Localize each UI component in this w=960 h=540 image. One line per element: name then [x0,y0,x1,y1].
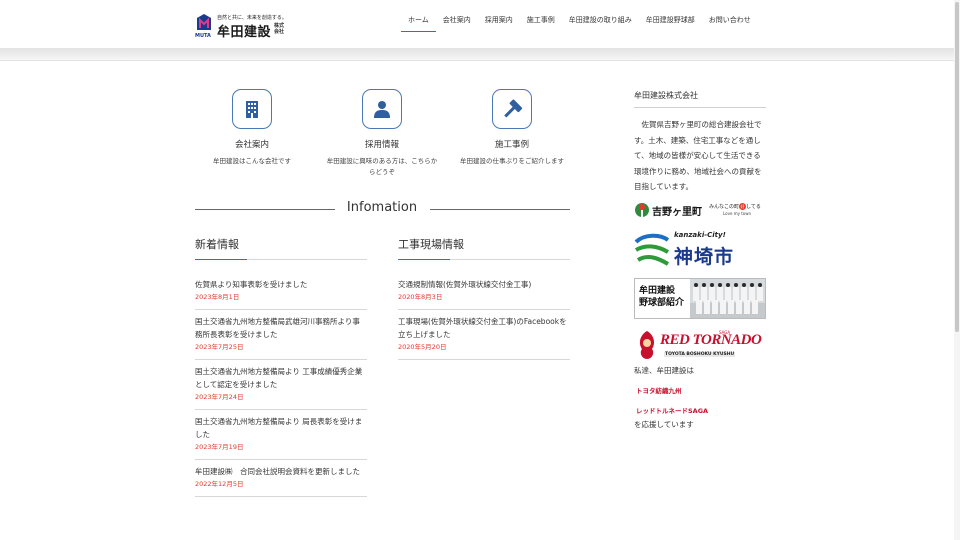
logo-name: 牟田建設 [217,25,272,40]
red-tornado-sub: TOYOTA BOSHOKU KYUSHU [664,352,736,357]
hammer-icon[interactable] [492,89,532,129]
page-scrollbar[interactable] [954,0,960,540]
support-tag-toyota[interactable]: トヨタ紡織九州 [634,386,684,396]
feature-works[interactable]: 施工事例 牟田建設の仕事ぶりをご紹介します [452,89,572,167]
divider-right [430,209,570,210]
nav-works[interactable]: 施工事例 [520,0,562,32]
support-tag-tornado[interactable]: レッドトルネードSAGA [634,406,711,416]
logo-mark-icon [197,14,211,30]
kanzaki-name: 神埼市 [674,246,735,268]
logo-mini: MUTA [195,33,211,39]
news-item[interactable]: 国土交通省九州地方整備局より 局長表彰を受けました 2023年7月19日 [195,410,367,460]
nav-recruit[interactable]: 採用案内 [478,0,520,32]
site-info-heading: 工事現場情報 [398,236,570,260]
support-outro: を応援しています [634,420,694,429]
nav-baseball[interactable]: 牟田建設野球部 [639,0,702,32]
feature-title[interactable]: 会社案内 [192,138,312,150]
site-info-item[interactable]: 交通規制情報(佐賀外環状線交付金工事) 2020年8月3日 [398,278,570,310]
scrollbar-thumb[interactable] [955,2,959,332]
feature-desc: 牟田建設に興味のある方は、こちらからどうぞ [326,157,438,176]
building-icon[interactable] [232,89,272,129]
nav-company[interactable]: 会社案内 [436,0,478,32]
support-intro: 私達、牟田建設は [634,366,694,375]
logo-suffix: 株式会社 [274,23,285,35]
news-item[interactable]: 国土交通省九州地方整備局武雄河川事務所より事務所長表彰を受けました 2023年7… [195,310,367,360]
site-info-date: 2020年8月3日 [398,293,443,301]
nav-home[interactable]: ホーム [401,0,436,32]
news-title[interactable]: 国土交通省九州地方整備局武雄河川事務所より事務所長表彰を受けました [195,315,367,341]
nav-initiatives[interactable]: 牟田建設の取り組み [562,0,639,32]
news-item[interactable]: 牟田建設㈱ 合同会社説明会資料を更新しました 2022年12月5日 [195,460,367,497]
header-band [0,48,960,61]
support-block: 私達、牟田建設は トヨタ紡織九州 レッドトルネードSAGA を応援しています [634,364,766,432]
sidebar-about: 牟田建設株式会社 佐賀県吉野ヶ里町の総合建設会社です。土木、建築、住宅工事などを… [634,90,766,195]
kanzaki-logo-icon [634,233,670,266]
feature-company[interactable]: 会社案内 牟田建設はこんな会社です [192,89,312,167]
site-info-list: 交通規制情報(佐賀外環状線交付金工事) 2020年8月3日 工事現場(佐賀外環状… [398,278,570,360]
news-item[interactable]: 佐賀県より知事表彰を受けました 2023年8月1日 [195,278,367,310]
site-info-date: 2020年5月20日 [398,343,447,351]
person-icon[interactable] [362,89,402,129]
feature-desc: 牟田建設の仕事ぶりをご紹介します [460,157,564,165]
yoshinogari-slogan-en: Love my town [723,211,752,216]
kanzaki-roman: kanzaki-City! [674,231,726,239]
red-tornado-banner[interactable]: RED TORNADO SAGA TOYOTA BOSHOKU KYUSHU [634,329,762,361]
site-logo[interactable]: 自然と共に、未来を創造する。 牟田建設 株式会社 MUTA [195,12,295,40]
yoshinogari-banner[interactable]: 吉野ヶ里町 みんなこの町好してる Love my town [634,198,766,220]
news-title[interactable]: 牟田建設㈱ 合同会社説明会資料を更新しました [195,465,367,478]
logo-tagline: 自然と共に、未来を創造する。 [217,15,287,21]
divider-left [195,209,335,210]
red-tornado-name: RED TORNADO [660,332,762,348]
kanzaki-banner[interactable]: kanzaki-City! 神埼市 [634,230,766,268]
news-date: 2023年7月24日 [195,393,244,401]
news-item[interactable]: 国土交通省九州地方整備局より 工事成績優秀企業として認定を受けました 2023年… [195,360,367,410]
news-title[interactable]: 国土交通省九州地方整備局より 工事成績優秀企業として認定を受けました [195,365,367,391]
news-date: 2022年12月5日 [195,480,244,488]
info-heading: Infomation [346,200,418,215]
sidebar-title: 牟田建設株式会社 [634,90,766,108]
feature-recruit[interactable]: 採用情報 牟田建設に興味のある方は、こちらからどうぞ [322,89,442,178]
news-title[interactable]: 佐賀県より知事表彰を受けました [195,278,367,291]
team-photo-icon [690,279,765,318]
yoshinogari-slogan: みんなこの町好してる [709,203,761,210]
feature-title[interactable]: 施工事例 [452,138,572,150]
yoshinogari-name: 吉野ヶ里町 [652,207,702,218]
site-info-title[interactable]: 工事現場(佐賀外環状線交付金工事)のFacebookを立ち上げました [398,315,570,341]
site-info-item[interactable]: 工事現場(佐賀外環状線交付金工事)のFacebookを立ち上げました 2020年… [398,310,570,360]
site-info-title[interactable]: 交通規制情報(佐賀外環状線交付金工事) [398,278,570,291]
feature-title[interactable]: 採用情報 [322,138,442,150]
site-info-column: 工事現場情報 交通規制情報(佐賀外環状線交付金工事) 2020年8月3日 工事現… [398,236,570,360]
red-tornado-mascot-icon [639,331,655,359]
news-title[interactable]: 国土交通省九州地方整備局より 局長表彰を受けました [195,415,367,441]
baseball-title: 牟田建設 野球部紹介 [639,286,685,308]
baseball-banner[interactable]: 牟田建設 野球部紹介 [634,278,766,319]
nav-contact[interactable]: お問い合わせ [702,0,758,32]
red-tornado-corner: SAGA [719,330,731,335]
sidebar-text: 佐賀県吉野ヶ里町の総合建設会社です。土木、建築、住宅工事などを通して、地域の皆様… [634,120,762,191]
news-date: 2023年8月1日 [195,293,240,301]
news-list: 佐賀県より知事表彰を受けました 2023年8月1日 国土交通省九州地方整備局武雄… [195,278,367,497]
main-nav: ホーム 会社案内 採用案内 施工事例 牟田建設の取り組み 牟田建設野球部 お問い… [401,0,758,32]
feature-desc: 牟田建設はこんな会社です [213,157,291,165]
site-header: 自然と共に、未来を創造する。 牟田建設 株式会社 MUTA ホーム 会社案内 採… [0,0,960,48]
news-date: 2023年7月25日 [195,343,244,351]
news-date: 2023年7月19日 [195,443,244,451]
news-heading: 新着情報 [195,236,367,260]
news-column: 新着情報 佐賀県より知事表彰を受けました 2023年8月1日 国土交通省九州地方… [195,236,367,497]
